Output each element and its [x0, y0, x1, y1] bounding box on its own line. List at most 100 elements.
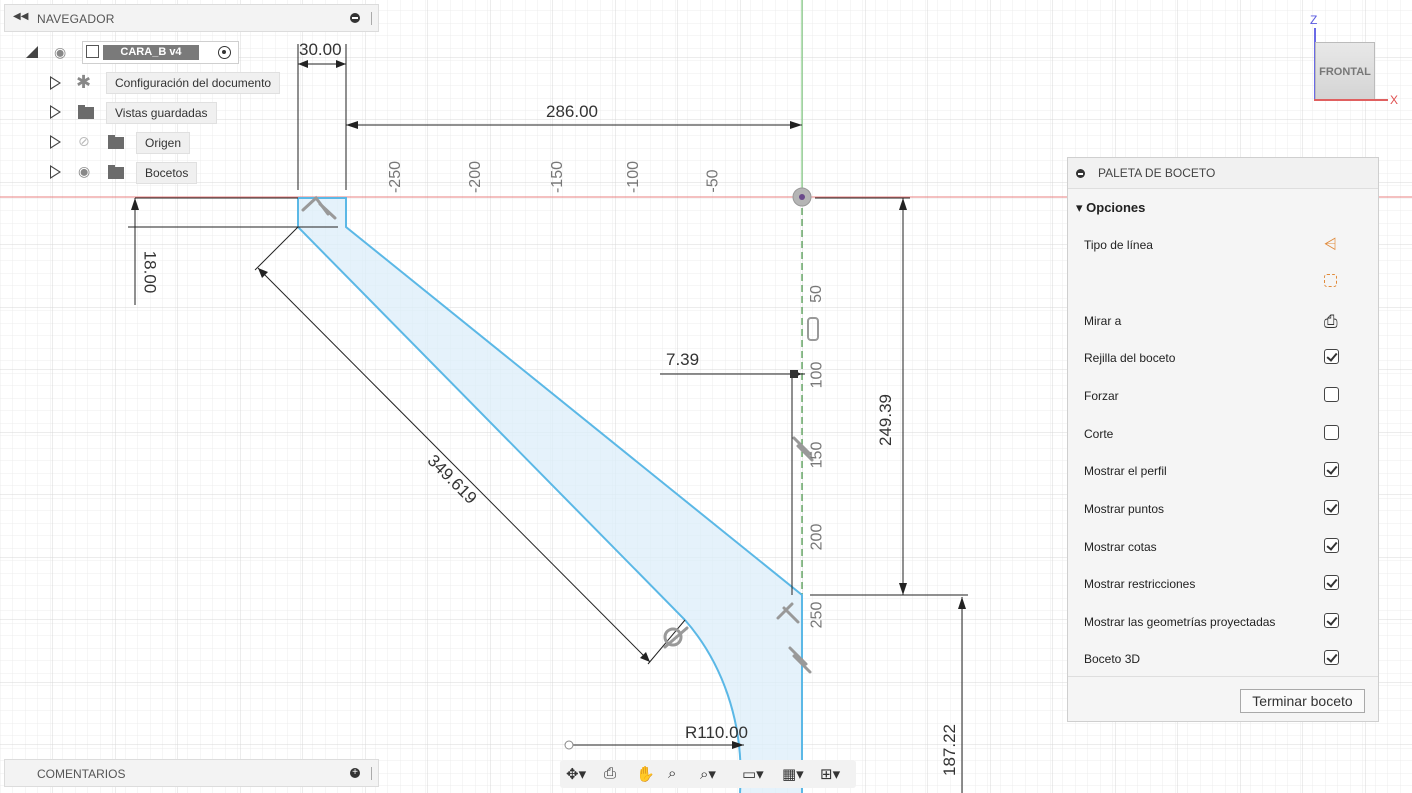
- look-at-icon[interactable]: ⎙: [1324, 312, 1340, 331]
- pan-hand-icon[interactable]: ✋: [636, 765, 655, 783]
- tree-item-saved-views[interactable]: Vistas guardadas: [106, 102, 217, 124]
- option-label: Mirar a: [1084, 314, 1122, 328]
- option-snap: Forzar: [1084, 387, 1369, 407]
- ruler-v-label: 250: [808, 601, 826, 629]
- ruler-v-label: 200: [808, 523, 826, 551]
- add-comment-icon[interactable]: +: [350, 768, 360, 778]
- sketch-grid-checkbox[interactable]: [1324, 349, 1339, 364]
- display-settings-icon[interactable]: ▭▾: [742, 765, 764, 783]
- option-show-constraints: Mostrar restricciones: [1084, 575, 1369, 595]
- origin-point-center: [799, 194, 805, 200]
- option-label: Boceto 3D: [1084, 652, 1141, 666]
- tree-item-sketches[interactable]: Bocetos: [136, 162, 198, 184]
- option-label: Forzar: [1084, 389, 1119, 403]
- slice-checkbox[interactable]: [1324, 425, 1339, 440]
- folder-icon: [108, 165, 124, 179]
- axis-x-line: [1314, 99, 1388, 101]
- options-section-label: Opciones: [1086, 200, 1146, 215]
- eye-icon[interactable]: ◉: [54, 44, 66, 61]
- eye-hidden-icon[interactable]: ⊘: [78, 133, 90, 150]
- tree-expand-origin[interactable]: [50, 135, 62, 151]
- snap-checkbox[interactable]: [1324, 387, 1339, 402]
- ruler-h-label: -50: [704, 169, 722, 193]
- option-show-points: Mostrar puntos: [1084, 500, 1369, 520]
- dimension-radius[interactable]: R110.00: [685, 723, 748, 743]
- ruler-v-label: 150: [808, 441, 826, 469]
- option-show-profile: Mostrar el perfil: [1084, 462, 1369, 482]
- view-cube[interactable]: FRONTAL: [1315, 42, 1375, 100]
- component-root[interactable]: CARA_B v4: [82, 41, 239, 64]
- palette-header[interactable]: PALETA DE BOCETO: [1068, 158, 1378, 189]
- option-label: Mostrar las geometrías proyectadas: [1084, 615, 1276, 629]
- folder-icon: [78, 105, 94, 119]
- zoom-window-icon[interactable]: ⌕▾: [700, 765, 716, 783]
- navigator-header[interactable]: ◀◀ NAVEGADOR: [4, 4, 379, 32]
- ruler-h-label: -150: [549, 160, 567, 194]
- palette-divider: [1068, 676, 1378, 677]
- tree-expand-sketches[interactable]: [50, 165, 62, 181]
- option-label: Mostrar puntos: [1084, 502, 1165, 516]
- options-section-toggle[interactable]: ▾ Opciones: [1076, 200, 1145, 216]
- component-icon: [86, 45, 99, 58]
- point-marker[interactable]: [790, 370, 798, 378]
- folder-icon: [108, 135, 124, 149]
- component-label: CARA_B v4: [103, 45, 199, 60]
- activate-radio-icon[interactable]: [218, 46, 231, 59]
- dimension-lower-height[interactable]: 187.22: [940, 724, 960, 776]
- collapse-palette-icon[interactable]: [1076, 169, 1085, 178]
- zoom-icon[interactable]: ⌕: [668, 765, 676, 782]
- ruler-h-label: -200: [467, 160, 485, 194]
- option-sketch-grid: Rejilla del boceto: [1084, 349, 1369, 369]
- dimension-width-top[interactable]: 30.00: [299, 40, 342, 60]
- option-slice: Corte: [1084, 425, 1369, 445]
- show-constraints-checkbox[interactable]: [1324, 575, 1339, 590]
- sketch-palette: PALETA DE BOCETO ▾ Opciones Tipo de líne…: [1067, 157, 1379, 722]
- ruler-v-label: 100: [808, 361, 826, 389]
- navigation-toolbar: ✥▾ ⎙ ✋ ⌕ ⌕▾ ▭▾ ▦▾ ⊞▾: [560, 760, 856, 788]
- ruler-h-label: -100: [625, 160, 643, 194]
- dimension-vertical-height[interactable]: 249.39: [876, 394, 896, 446]
- option-label: Rejilla del boceto: [1084, 351, 1176, 365]
- option-line-type: Tipo de línea ⩤: [1084, 236, 1369, 256]
- resize-handle[interactable]: [371, 12, 372, 25]
- option-label: Mostrar el perfil: [1084, 464, 1167, 478]
- orbit-icon[interactable]: ✥▾: [566, 765, 586, 783]
- look-at-icon[interactable]: ⎙: [604, 765, 616, 782]
- eye-icon[interactable]: ◉: [78, 163, 90, 180]
- tree-item-origin[interactable]: Origen: [136, 132, 191, 154]
- collapse-panel-icon[interactable]: [350, 13, 360, 23]
- show-points-checkbox[interactable]: [1324, 500, 1339, 515]
- palette-title: PALETA DE BOCETO: [1098, 166, 1216, 180]
- option-look-at: Mirar a ⎙: [1084, 312, 1369, 332]
- 3d-sketch-checkbox[interactable]: [1324, 650, 1339, 665]
- viewports-icon[interactable]: ⊞▾: [820, 765, 840, 783]
- linetype-icon[interactable]: ⩤: [1324, 236, 1340, 253]
- caret-down-icon: ▾: [1076, 200, 1087, 215]
- tree-expand-config[interactable]: [50, 76, 62, 92]
- dimension-thickness[interactable]: 18.00: [139, 251, 159, 294]
- grid-settings-icon[interactable]: ▦▾: [782, 765, 804, 783]
- show-projected-checkbox[interactable]: [1324, 613, 1339, 628]
- tree-expand-root[interactable]: [26, 45, 40, 59]
- gear-icon: ✱: [76, 72, 92, 92]
- show-dimensions-checkbox[interactable]: [1324, 538, 1339, 553]
- ruler-v-label: 50: [807, 285, 825, 303]
- dimension-offset-small[interactable]: 7.39: [666, 350, 699, 370]
- show-profile-checkbox[interactable]: [1324, 462, 1339, 477]
- tree-item-document-settings[interactable]: Configuración del documento: [106, 72, 281, 94]
- comments-title: COMENTARIOS: [37, 767, 126, 781]
- resize-handle[interactable]: [371, 767, 372, 780]
- collapse-icon[interactable]: ◀◀: [13, 11, 28, 22]
- axis-x-label: X: [1390, 93, 1399, 107]
- finish-sketch-button[interactable]: Terminar boceto: [1240, 689, 1365, 713]
- ruler-h-label: -250: [387, 160, 405, 194]
- option-label: Tipo de línea: [1084, 238, 1153, 252]
- comments-panel[interactable]: COMENTARIOS +: [4, 759, 379, 787]
- option-3d-sketch: Boceto 3D: [1084, 650, 1369, 670]
- tree-expand-views[interactable]: [50, 105, 62, 121]
- axis-z-label: Z: [1310, 13, 1318, 27]
- option-construction: [1084, 274, 1369, 294]
- construction-icon[interactable]: [1324, 274, 1337, 287]
- dimension-horizontal-offset[interactable]: 286.00: [546, 102, 598, 122]
- option-show-projected: Mostrar las geometrías proyectadas: [1084, 613, 1369, 633]
